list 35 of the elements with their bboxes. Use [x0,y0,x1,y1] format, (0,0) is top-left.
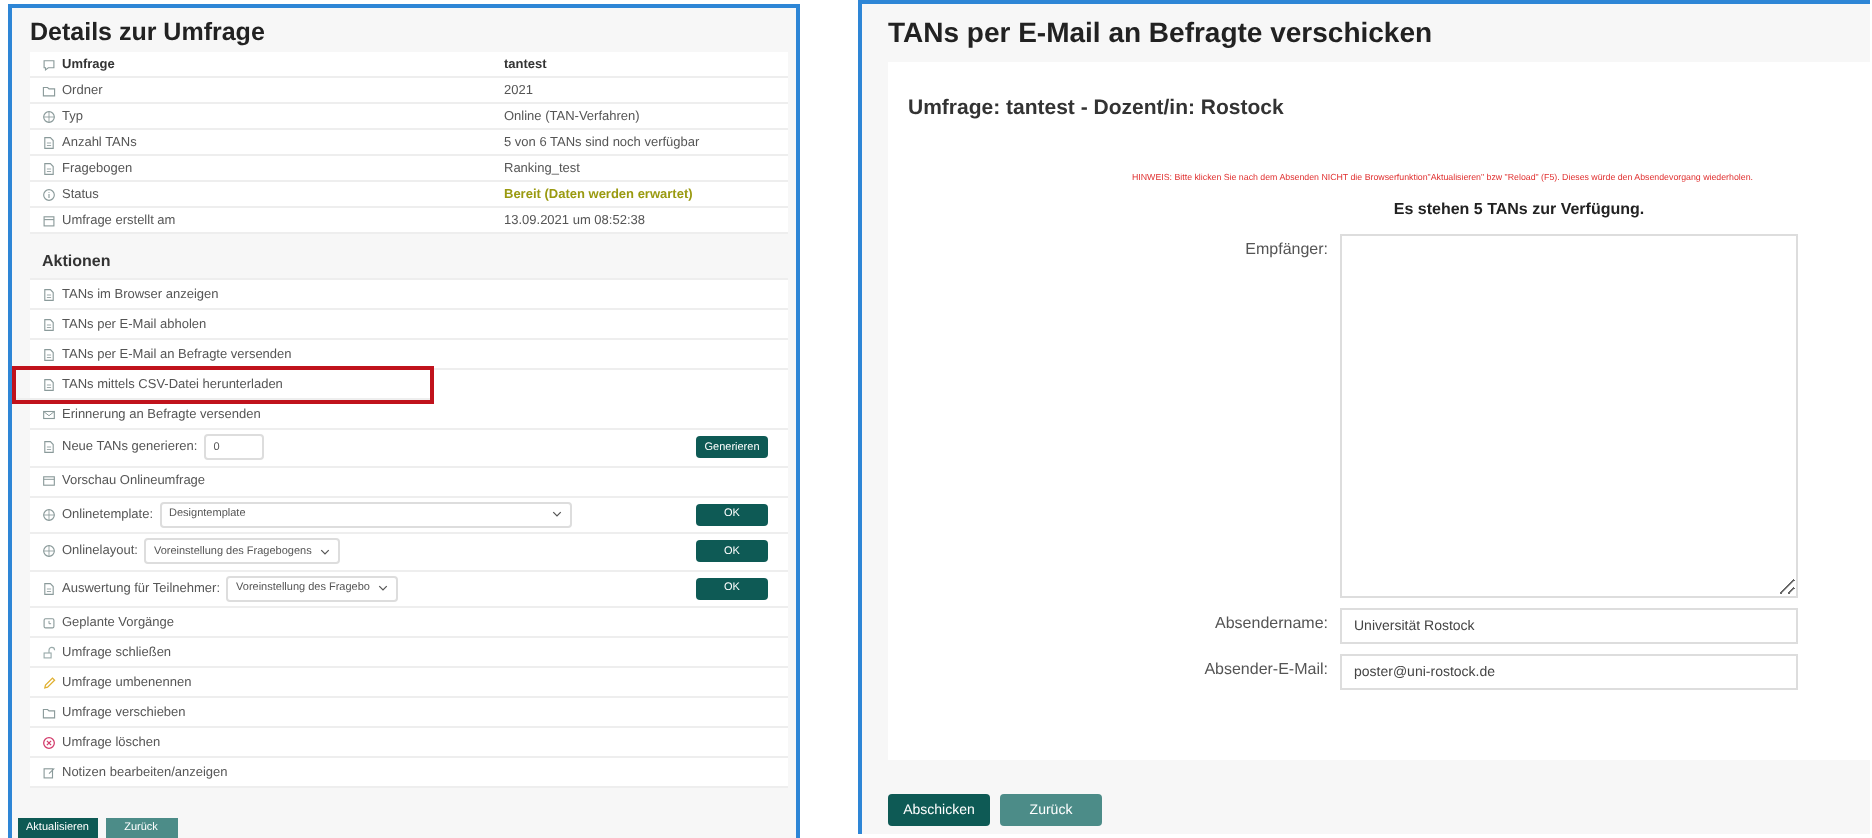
globe-icon [42,507,56,522]
padlock-icon [42,645,56,659]
field-label: Absendername: [1213,612,1328,636]
pencil-icon [42,675,56,689]
folder-icon [42,705,56,719]
calendar-icon [42,213,56,227]
speech-bubble-icon [42,57,56,71]
document-icon [42,581,56,596]
document-icon [42,440,56,455]
field-label: Absender-E-Mail: [1202,658,1328,682]
info-icon [42,187,56,201]
panel-title: Details zur Umfrage [30,18,267,46]
caret-icon [319,547,330,556]
delete-icon [42,735,56,749]
document-icon [42,135,56,149]
document-icon [42,287,56,301]
caret-icon [377,584,388,593]
caret-icon [551,510,562,519]
window-icon [42,474,56,488]
document-icon [42,161,56,175]
document-icon [42,347,56,361]
folder-icon [42,83,56,97]
recipients-textarea[interactable] [1340,234,1798,598]
panel-title: TANs per E-Mail an Befragte verschicken [888,16,1435,48]
availability-text: Es stehen 5 TANs zur Verfügung. [1391,200,1647,218]
globe-icon [42,109,56,123]
globe-icon [42,544,56,559]
envelope-icon [42,407,56,421]
alarm-clock-icon [42,615,56,629]
survey-subtitle: Umfrage: tantest - Dozent/in: Rostock [908,96,1286,120]
field-label: Empfänger: [1243,238,1328,262]
document-icon [42,377,56,391]
note-edit-icon [42,765,56,779]
section-heading: Aktionen [30,234,788,280]
document-icon [42,317,56,331]
